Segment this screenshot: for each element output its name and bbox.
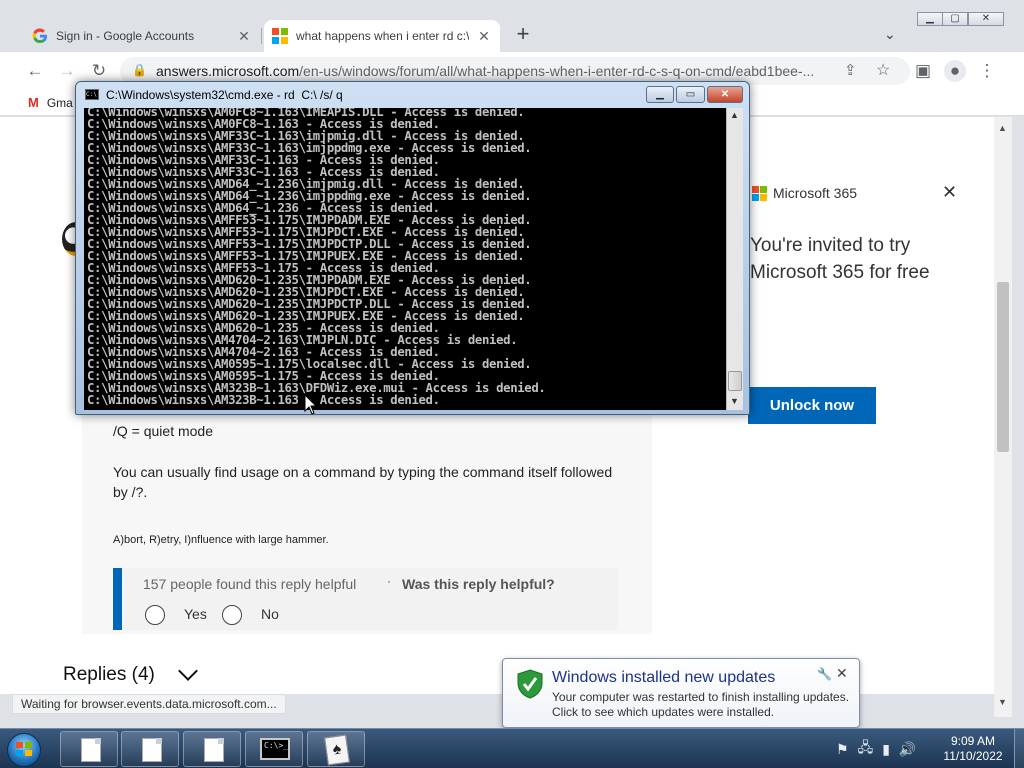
console-output[interactable]: C:\Windows\winsxs\AM0FC8~1.163\IMEAPIS.D…	[84, 108, 726, 410]
power-icon[interactable]: ▮	[882, 741, 890, 758]
volume-icon[interactable]: 🔊	[899, 741, 916, 758]
chevron-down-icon	[177, 661, 198, 681]
lock-icon: 🔒	[132, 63, 147, 77]
document-icon	[81, 738, 101, 762]
url-path: /en-us/windows/forum/all/what-happens-wh…	[299, 63, 815, 79]
scroll-thumb[interactable]	[728, 371, 742, 391]
close-tab-icon[interactable]: ✕	[476, 28, 492, 45]
system-tray: ⚑ 🖧 ▮ 🔊	[836, 737, 925, 761]
clock-time: 9:09 AM	[950, 734, 996, 748]
notification-body: Your computer was restarted to finish in…	[552, 690, 850, 719]
yes-label[interactable]: Yes	[184, 606, 207, 622]
url-text: answers.microsoft.com/en-us/windows/foru…	[156, 63, 836, 79]
cmd-minimize-button[interactable]: ▁	[646, 86, 674, 103]
window-maximize-button[interactable]: ▢	[942, 12, 968, 26]
taskbar-item-document-1[interactable]	[60, 731, 118, 767]
taskbar-item-document-2[interactable]	[121, 731, 179, 767]
scroll-thumb[interactable]	[997, 282, 1009, 452]
notification-title: Windows installed new updates	[552, 669, 776, 686]
clock-date: 11/10/2022	[943, 749, 1003, 763]
window-minimize-button[interactable]: ▁	[917, 12, 943, 26]
network-icon[interactable]: 🖧	[858, 737, 874, 761]
side-panel-icon[interactable]: ▣	[912, 60, 934, 82]
windows-logo-icon	[16, 742, 32, 756]
mouse-cursor-icon	[304, 394, 318, 415]
cmd-maximize-button[interactable]: ▭	[676, 86, 705, 103]
gmail-icon: M	[28, 95, 39, 110]
separator-dot: ·	[387, 574, 391, 588]
close-tab-icon[interactable]: ✕	[236, 28, 252, 45]
taskbar-item-solitaire[interactable]: ♠	[307, 731, 365, 767]
playing-card-icon: ♠	[324, 734, 350, 766]
scroll-down-icon[interactable]: ▼	[998, 697, 1007, 707]
helpful-question: Was this reply helpful?	[402, 576, 555, 592]
tab-microsoft-answers[interactable]: what happens when i enter rd c:\ ✕	[264, 20, 500, 52]
cmd-icon: C:\>_	[260, 738, 290, 760]
promo-close-icon[interactable]: ✕	[942, 182, 957, 203]
show-desktop-button[interactable]	[1014, 729, 1024, 768]
console-lines: C:\Windows\winsxs\AM0FC8~1.163\IMEAPIS.D…	[87, 108, 546, 406]
share-icon[interactable]: ⇪	[844, 61, 857, 79]
microsoft-logo-icon	[752, 185, 767, 201]
start-button[interactable]	[2, 731, 46, 767]
tab-title: Sign in - Google Accounts	[56, 29, 195, 43]
url-host: answers.microsoft.com	[156, 63, 300, 79]
page-scrollbar[interactable]: ▲ ▼	[994, 117, 1012, 717]
close-icon[interactable]: ✕	[836, 665, 848, 682]
document-icon	[142, 738, 162, 762]
scroll-up-icon[interactable]: ▲	[730, 110, 739, 120]
replies-toggle[interactable]: Replies (4)	[63, 661, 198, 686]
scroll-up-icon[interactable]: ▲	[998, 123, 1007, 133]
update-notification[interactable]: Windows installed new updates Your compu…	[502, 658, 860, 728]
author-signature: A)bort, R)etry, I)nfluence with large ha…	[113, 534, 329, 546]
status-bar: Waiting for browser.events.data.microsof…	[12, 694, 286, 714]
window-close-button[interactable]: ✕	[968, 12, 1004, 26]
cmd-title: C:\Windows\system32\cmd.exe - rd C:\ /s/…	[106, 88, 343, 102]
cmd-close-button[interactable]: ✕	[707, 86, 743, 103]
taskbar-item-document-3[interactable]	[183, 731, 241, 767]
promo-brand-label: Microsoft 365	[773, 185, 858, 201]
action-center-icon[interactable]: ⚑	[836, 741, 849, 758]
bookmark-label: Gma	[46, 95, 73, 110]
reload-icon[interactable]: ↻	[88, 60, 110, 82]
document-icon	[204, 738, 224, 762]
microsoft-logo-icon	[272, 28, 288, 44]
tab-search-button[interactable]: ⌄	[884, 26, 896, 43]
back-icon[interactable]: ←	[24, 60, 46, 82]
cmd-titlebar[interactable]: C:\ C:\Windows\system32\cmd.exe - rd C:\…	[76, 82, 749, 107]
promo-heading: You're invited to try Microsoft 365 for …	[750, 235, 930, 283]
helpful-count: 157 people found this reply helpful	[143, 576, 357, 592]
console-scrollbar[interactable]: ▲ ▼	[726, 108, 743, 410]
profile-avatar-icon[interactable]: ●	[944, 60, 966, 82]
options-icon[interactable]: 🔧	[817, 667, 832, 681]
tab-divider	[261, 28, 262, 44]
scroll-down-icon[interactable]: ▼	[730, 396, 739, 406]
new-tab-button[interactable]: +	[512, 23, 534, 46]
replies-label: Replies (4)	[63, 664, 155, 685]
no-radio[interactable]	[222, 605, 242, 625]
no-label[interactable]: No	[261, 606, 279, 622]
taskbar-item-cmd[interactable]: C:\>_	[245, 731, 303, 767]
menu-kebab-icon[interactable]: ⋮	[976, 60, 998, 82]
cmd-window[interactable]: C:\ C:\Windows\system32\cmd.exe - rd C:\…	[75, 81, 750, 415]
unlock-now-button[interactable]: Unlock now	[748, 387, 876, 424]
tab-title: what happens when i enter rd c:\	[296, 29, 470, 43]
yes-radio[interactable]	[145, 605, 165, 625]
tab-strip: M Sign in - Google Accounts ✕ what happe…	[0, 0, 1024, 72]
answer-quiet-mode: /Q = quiet mode	[113, 423, 214, 439]
system-clock[interactable]: 9:09 AM 11/10/2022	[935, 734, 1011, 764]
tab-google-sign-in[interactable]: Sign in - Google Accounts ✕	[24, 20, 260, 52]
forward-icon[interactable]: →	[56, 60, 78, 82]
bookmark-gmail[interactable]: M Gma	[28, 95, 73, 110]
helpful-feedback: 157 people found this reply helpful · Wa…	[113, 568, 618, 630]
cmd-icon: C:\	[85, 89, 99, 100]
answer-usage-text: You can usually find usage on a command …	[113, 464, 613, 500]
bookmark-star-icon[interactable]: ☆	[876, 60, 890, 80]
google-icon	[32, 28, 47, 44]
taskbar: C:\>_ ♠ ⚑ 🖧 ▮ 🔊 9:09 AM 11/10/2022	[0, 728, 1024, 768]
shield-check-icon	[517, 669, 543, 699]
promo-brand: Microsoft 365	[752, 185, 857, 201]
